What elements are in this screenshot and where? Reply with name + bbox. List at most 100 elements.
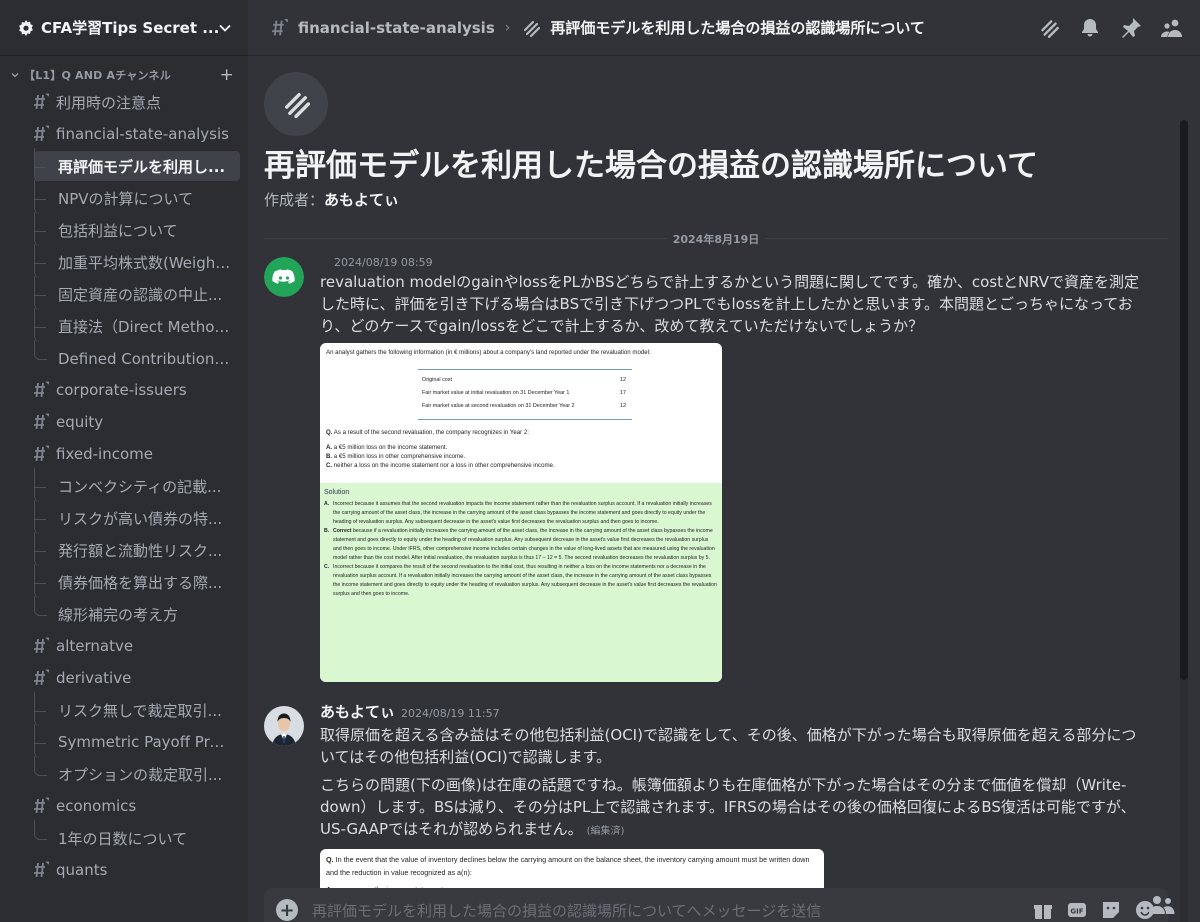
message: あもよてぃ 2024/08/19 11:57 取得原価を超える含み益はその他包括利… [264, 704, 1148, 909]
solution-title: Solution [324, 489, 350, 496]
channel-item[interactable]: equity [24, 407, 240, 437]
solution-item: B. Correct because if a revaluation initi… [324, 528, 715, 561]
table-row: Fair market value at second revaluation … [422, 403, 626, 409]
quiz-intro: An analyst gathers the following informa… [326, 349, 651, 356]
thread-item[interactable]: Defined Contributionと... [34, 340, 240, 373]
channel-label: equity [56, 413, 104, 431]
thread-item[interactable]: オプションの裁定取引... [34, 756, 240, 789]
server-header[interactable]: CFA学習Tips Secret ... [0, 0, 248, 56]
thread-label: 直接法（Direct Method... [58, 317, 232, 336]
thread-label: Defined Contributionと... [58, 349, 232, 368]
channel-item[interactable]: alternatve [24, 631, 240, 661]
forum-hash-icon [30, 444, 51, 464]
thread-item-active[interactable]: 再評価モデルを利用し... [33, 148, 240, 182]
threads-icon[interactable] [1037, 16, 1061, 40]
thread-heading: 再評価モデルを利用した場合の損益の認識場所について [264, 148, 1039, 184]
thread-item[interactable]: 包括利益について [33, 212, 240, 246]
composer-actions: GIF [1032, 899, 1156, 921]
quiz-table: Original cost 12 Fair market value at ini… [420, 374, 632, 413]
forum-hash-icon [30, 124, 51, 144]
message-composer[interactable]: + 再評価モデルを利用した場合の損益の認識場所についてへメッセージを送信 GIF [264, 888, 1168, 922]
thread-item[interactable]: NPVの計算について [33, 180, 240, 214]
solution-item: C. Incorrect because it compares the resu… [324, 564, 717, 597]
channel-item[interactable]: 利用時の注意点 [24, 87, 240, 117]
thread-label: 固定資産の認識の中止... [58, 285, 223, 304]
forum-hash-icon [30, 668, 51, 688]
message-author[interactable]: あもよてぃ [320, 703, 395, 721]
chevron-down-icon [218, 21, 232, 35]
scrollbar-thumb[interactable] [1180, 120, 1188, 680]
thread-item[interactable]: 債券価格を算出する際... [33, 564, 240, 598]
thread-item[interactable]: 1年の日数について [34, 820, 240, 853]
gift-icon[interactable] [1032, 899, 1054, 921]
message-text: 取得原価を超える含み益はその他包括利益(OCI)で認識をして、その後、価格が下が… [320, 726, 1137, 838]
forum-hash-icon [30, 636, 51, 656]
avatar[interactable] [264, 257, 304, 297]
thread-label: コンベクシティの記載... [58, 477, 222, 496]
forum-hash-icon [30, 380, 51, 400]
thread-label: オプションの裁定取引... [58, 765, 223, 784]
channel-item[interactable]: quants [24, 855, 240, 885]
category-header[interactable]: 【L1】Q AND Aチャンネル + [0, 64, 248, 86]
server-name: CFA学習Tips Secret ... [41, 19, 218, 37]
date-divider: 2024年8月19日 [264, 231, 1168, 247]
channel-item[interactable]: fixed-income [24, 439, 240, 469]
thread-topbar: financial-state-analysis › 再評価モデルを利用した場合… [248, 0, 1200, 56]
sticker-icon[interactable] [1100, 899, 1122, 921]
thread-item[interactable]: リスク無しで裁定取引... [33, 692, 240, 726]
forum-hash-icon [30, 860, 51, 880]
channel-label: 利用時の注意点 [56, 93, 162, 112]
message-input[interactable]: 再評価モデルを利用した場合の損益の認識場所についてへメッセージを送信 [312, 900, 1032, 921]
chevron-down-icon [10, 70, 20, 80]
message-text: revaluation modelのgainやlossをPLかBSどちらで計上す… [320, 273, 1140, 335]
forum-hash-icon [30, 796, 51, 816]
add-channel-button[interactable]: + [220, 65, 234, 85]
category-label: 【L1】Q AND Aチャンネル [24, 69, 171, 82]
discord-window: CFA学習Tips Secret ... 【L1】Q AND Aチャンネル + … [0, 0, 1200, 922]
avatar[interactable] [264, 706, 304, 746]
channel-label: quants [56, 861, 108, 879]
thread-icon [264, 72, 328, 136]
members-icon[interactable] [1160, 16, 1184, 40]
thread-item[interactable]: 発行額と流動性リスク... [33, 532, 240, 566]
message: 2024/08/19 08:59 revaluation modelのgainや… [264, 255, 1148, 682]
channel-label: alternatve [56, 637, 134, 655]
breadcrumb-channel[interactable]: financial-state-analysis [298, 19, 495, 37]
scrollbar[interactable] [1180, 120, 1188, 922]
svg-text:GIF: GIF [1070, 908, 1083, 916]
thread-label: NPVの計算について [58, 189, 194, 208]
thread-label: 線形補完の考え方 [58, 605, 179, 624]
thread-item[interactable]: 固定資産の認識の中止... [33, 276, 240, 310]
channel-item[interactable]: financial-state-analysis [24, 119, 240, 149]
forum-hash-icon [30, 412, 51, 432]
channel-label: corporate-issuers [56, 381, 187, 399]
solution-item: A. Incorrect because it assumes that the … [324, 501, 712, 525]
channel-item[interactable]: derivative [24, 663, 240, 693]
thread-item[interactable]: Symmetric Payoff Profil... [33, 724, 240, 758]
table-row: Original cost 12 [422, 377, 626, 383]
bell-icon[interactable] [1078, 16, 1102, 40]
thread-label: リスクが高い債券の特... [58, 509, 223, 528]
topbar-actions [1037, 16, 1184, 40]
apps-icon[interactable] [1148, 892, 1176, 916]
gif-icon[interactable]: GIF [1066, 899, 1088, 921]
edited-label: (編集済) [586, 826, 625, 837]
quiz-question: Q. In the event that the value of invent… [326, 855, 810, 877]
creator-label: 作成者： [264, 191, 325, 209]
quiz-question: Q. As a result of the second revaluation… [326, 429, 529, 436]
add-attachment-button[interactable]: + [276, 899, 298, 921]
thread-item[interactable]: 直接法（Direct Method... [33, 308, 240, 342]
thread-item[interactable]: 線形補完の考え方 [34, 596, 240, 629]
channel-item[interactable]: economics [24, 791, 240, 821]
pin-icon[interactable] [1119, 16, 1143, 40]
thread-icon [520, 17, 542, 39]
channel-item[interactable]: corporate-issuers [24, 375, 240, 405]
table-row: Fair market value at initial revaluation… [422, 390, 626, 396]
thread-item[interactable]: コンベクシティの記載... [33, 468, 240, 502]
attachment-image[interactable]: An analyst gathers the following informa… [320, 343, 722, 682]
creator-name[interactable]: あもよてぃ [324, 191, 399, 209]
thread-creator: 作成者：あもよてぃ [264, 189, 399, 210]
thread-item[interactable]: リスクが高い債券の特... [33, 500, 240, 534]
breadcrumb-separator: › [504, 19, 511, 36]
thread-item[interactable]: 加重平均株式数(Weight... [33, 244, 240, 278]
